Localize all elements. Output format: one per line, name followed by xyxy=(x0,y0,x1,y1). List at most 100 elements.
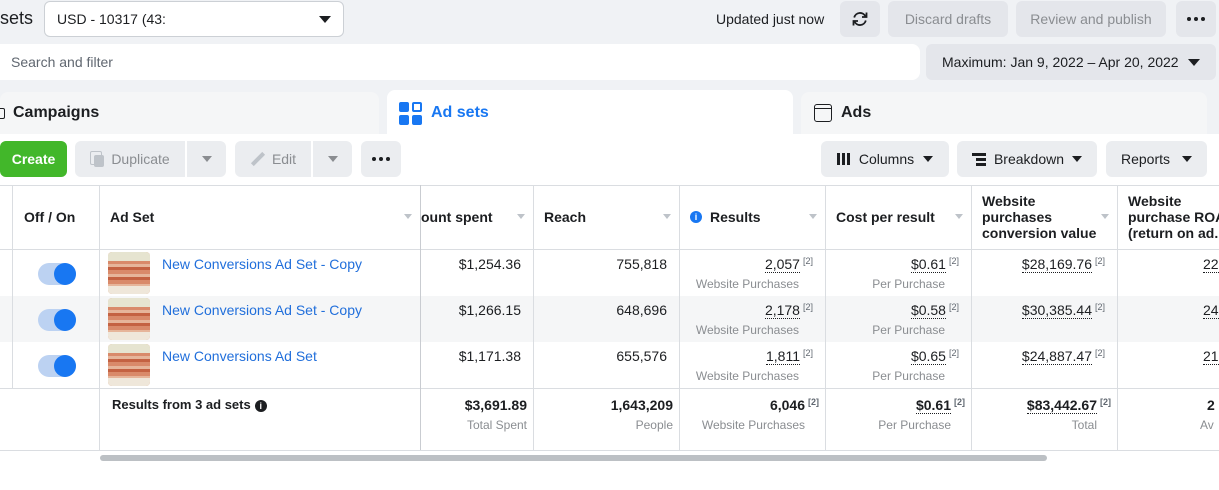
cost-value: $0.65 [2] xyxy=(910,348,959,365)
sort-icon xyxy=(1101,214,1109,219)
reach-value: 655,576 xyxy=(616,348,667,364)
column-header-roas[interactable]: Website purchase ROA (return on ad... xyxy=(1128,185,1219,249)
roas-value: 22 xyxy=(1203,256,1219,273)
account-select[interactable]: USD - 10317 (43: xyxy=(44,1,344,37)
column-header-ad-set[interactable]: Ad Set xyxy=(110,185,420,249)
amount-spent-value: $1,254.36 xyxy=(458,256,521,272)
breakdown-button[interactable]: Breakdown xyxy=(957,141,1097,177)
column-divider xyxy=(12,185,13,388)
discard-drafts-button[interactable]: Discard drafts xyxy=(888,1,1008,37)
chevron-down-icon xyxy=(1072,156,1083,162)
row-toggle[interactable] xyxy=(38,309,76,331)
reach-value: 648,696 xyxy=(616,302,667,318)
reach-value: 755,818 xyxy=(616,256,667,272)
ad-set-name-link[interactable]: New Conversions Ad Set xyxy=(162,348,317,364)
purchase-value: $30,385.44 [2] xyxy=(1021,302,1105,319)
row-toggle[interactable] xyxy=(38,263,76,285)
ad-set-name-link[interactable]: New Conversions Ad Set - Copy xyxy=(162,302,362,318)
horizontal-scrollbar[interactable] xyxy=(100,455,1047,461)
sort-icon xyxy=(404,214,412,219)
more-options-button[interactable] xyxy=(1176,1,1216,37)
pencil-icon xyxy=(250,152,265,167)
columns-button[interactable]: Columns xyxy=(821,141,949,177)
chevron-down-icon xyxy=(923,156,934,162)
edit-label: Edit xyxy=(271,151,297,167)
column-header-cost-per-result[interactable]: Cost per result xyxy=(836,185,971,249)
edit-button[interactable]: Edit xyxy=(235,141,311,177)
more-icon xyxy=(372,157,390,161)
column-header-purchase-value[interactable]: Website purchases conversion value xyxy=(982,185,1117,249)
total-spent-value: $3,691.89 xyxy=(464,397,527,413)
campaign-folder-icon xyxy=(0,108,5,119)
chevron-down-icon xyxy=(319,15,331,23)
total-spent-sub: Total Spent xyxy=(466,418,527,432)
duplicate-dropdown-button[interactable] xyxy=(187,141,226,177)
duplicate-label: Duplicate xyxy=(111,151,170,167)
ad-thumbnail xyxy=(108,252,150,294)
date-range-label: Maximum: Jan 9, 2022 – Apr 20, 2022 xyxy=(942,54,1179,70)
info-icon[interactable]: i xyxy=(690,211,702,223)
columns-label: Columns xyxy=(858,151,915,167)
cost-value: $0.61 [2] xyxy=(910,256,959,273)
tab-ads[interactable]: Ads xyxy=(801,92,1207,134)
sort-icon xyxy=(955,214,963,219)
column-divider xyxy=(533,185,534,450)
results-value: 2,057 [2] xyxy=(764,256,813,273)
results-sub: Website Purchases xyxy=(695,369,799,383)
results-value: 2,178 [2] xyxy=(764,302,813,319)
sort-icon xyxy=(809,214,817,219)
total-roas-value: 2 xyxy=(1207,397,1215,413)
column-divider xyxy=(825,185,826,450)
total-cost-value: $0.61 [2] xyxy=(915,397,965,414)
table-totals-divider xyxy=(0,388,1219,389)
amount-spent-value: $1,266.15 xyxy=(458,302,521,318)
total-results-value: 6,046 [2] xyxy=(769,397,819,413)
total-results-sub: Website Purchases xyxy=(701,418,805,432)
sort-icon xyxy=(663,214,671,219)
ad-set-name-link[interactable]: New Conversions Ad Set - Copy xyxy=(162,256,362,272)
copy-icon xyxy=(90,151,105,167)
chevron-down-icon xyxy=(1182,156,1193,162)
chevron-down-icon xyxy=(327,156,338,162)
column-divider xyxy=(679,185,680,450)
table-header-divider xyxy=(0,249,1219,250)
column-header-amount-spent[interactable]: ount spent xyxy=(421,185,533,249)
cost-sub: Per Purchase xyxy=(872,323,945,337)
more-icon xyxy=(1187,17,1205,21)
column-header-results[interactable]: i Results xyxy=(690,185,825,249)
column-header-off-on[interactable]: Off / On xyxy=(24,185,99,249)
review-publish-button[interactable]: Review and publish xyxy=(1016,1,1166,37)
breakdown-label: Breakdown xyxy=(993,151,1065,167)
total-reach-value: 1,643,209 xyxy=(610,397,673,413)
total-reach-sub: People xyxy=(635,418,673,432)
roas-value: 24 xyxy=(1203,302,1219,319)
chevron-down-icon xyxy=(201,156,212,162)
tab-adsets[interactable]: Ad sets xyxy=(387,90,793,136)
refresh-icon xyxy=(852,12,868,26)
date-range-picker[interactable]: Maximum: Jan 9, 2022 – Apr 20, 2022 xyxy=(926,44,1216,80)
table-border-bottom xyxy=(0,450,1219,451)
cost-sub: Per Purchase xyxy=(872,277,945,291)
duplicate-button[interactable]: Duplicate xyxy=(75,141,185,177)
updated-status: Updated just now xyxy=(716,11,825,27)
chevron-down-icon xyxy=(1188,58,1200,66)
tab-campaigns[interactable]: Campaigns xyxy=(0,92,379,134)
create-button[interactable]: Create xyxy=(0,141,67,177)
ad-thumbnail xyxy=(108,344,150,386)
sort-icon xyxy=(517,214,525,219)
info-icon[interactable]: i xyxy=(254,400,267,412)
tab-adsets-label: Ad sets xyxy=(431,104,489,121)
row-toggle[interactable] xyxy=(38,355,76,377)
columns-icon xyxy=(836,153,850,165)
reports-button[interactable]: Reports xyxy=(1106,141,1207,177)
tab-campaigns-label: Campaigns xyxy=(13,104,100,121)
column-header-reach[interactable]: Reach xyxy=(544,185,679,249)
search-input[interactable] xyxy=(0,44,920,80)
cost-sub: Per Purchase xyxy=(872,369,945,383)
roas-value: 21 xyxy=(1203,348,1219,365)
more-actions-button[interactable] xyxy=(361,141,401,177)
ad-thumbnail xyxy=(108,298,150,340)
edit-dropdown-button[interactable] xyxy=(313,141,352,177)
refresh-button[interactable] xyxy=(840,1,880,37)
results-value: 1,811 [2] xyxy=(765,348,813,365)
